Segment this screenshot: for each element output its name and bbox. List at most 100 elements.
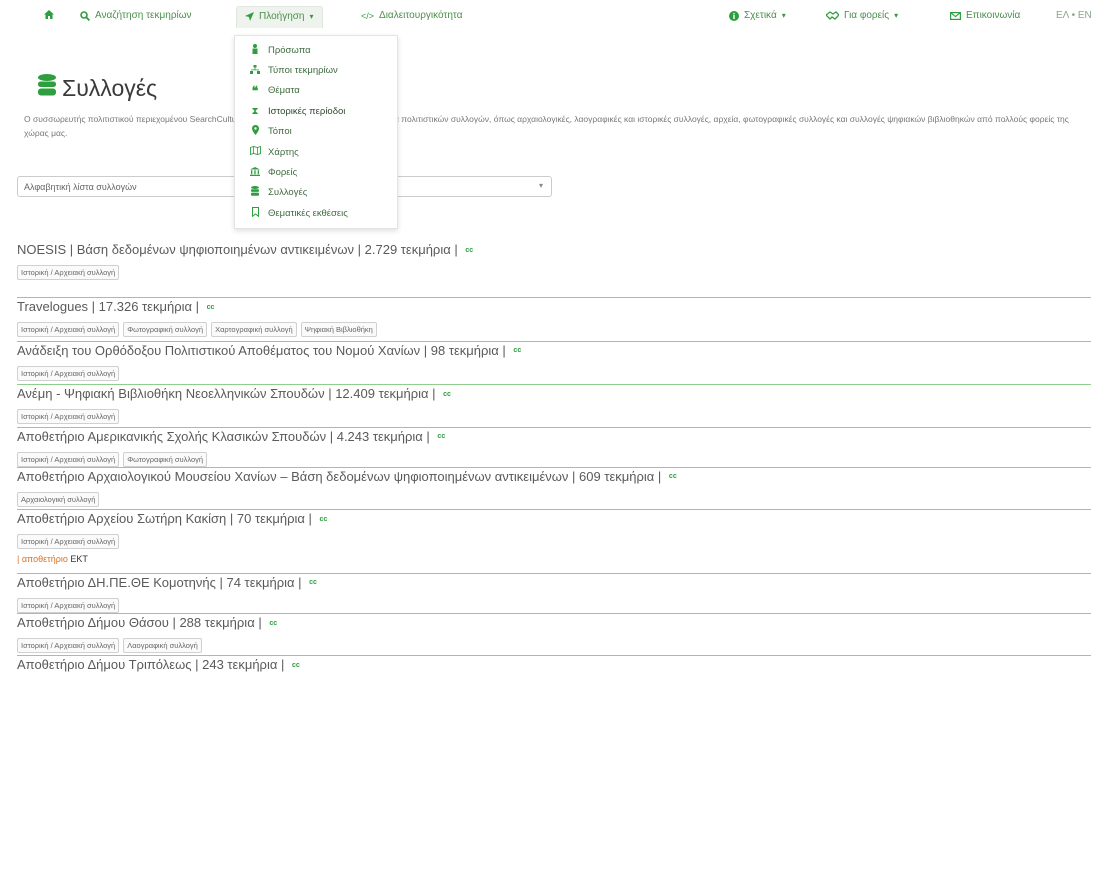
cc-license-icon[interactable]: cc xyxy=(513,347,521,354)
menu-item-label: Ιστορικές περίοδοι xyxy=(268,105,346,117)
collection-type-tag[interactable]: Φωτογραφική συλλογή xyxy=(123,322,208,337)
menu-item-persons[interactable]: Πρόσωπα xyxy=(235,40,397,60)
separator: | xyxy=(498,342,510,358)
collection-row: Αποθετήριο Δήμου Θάσου | 288 τεκμήρια | … xyxy=(17,614,1091,657)
menu-item-collections[interactable]: Συλλογές xyxy=(235,183,397,203)
separator: | xyxy=(226,511,237,527)
nav-search-label: Αναζήτηση τεκμηρίων xyxy=(95,10,192,21)
map-marker-icon xyxy=(250,125,260,138)
cc-license-icon[interactable]: cc xyxy=(443,391,451,398)
collection-tags: Ιστορική / Αρχειακή συλλογή Φωτογραφική σ… xyxy=(17,451,1091,467)
collection-type-tag[interactable]: Ιστορική / Αρχειακή συλλογή xyxy=(17,322,120,337)
collection-count: 243 τεκμήρια xyxy=(202,657,278,673)
cc-license-icon[interactable]: cc xyxy=(269,620,277,627)
menu-item-thematic-exhibitions[interactable]: Θεματικές εκθέσεις xyxy=(235,203,397,223)
database-icon xyxy=(250,186,260,199)
collection-row: NOESIS | Βάση δεδομένων ψηφιοποιημένων α… xyxy=(17,241,1091,298)
collection-type-tag[interactable]: Ιστορική / Αρχειακή συλλογή xyxy=(17,534,120,550)
collection-name-link[interactable]: Travelogues xyxy=(17,299,88,314)
collection-tags: Ιστορική / Αρχειακή συλλογή xyxy=(17,265,1091,280)
browse-dropdown-menu: Πρόσωπα Τύποι τεκμηρίων ❝ Θέματα ⧗ Ιστορ… xyxy=(234,35,398,229)
nav-search[interactable]: Αναζήτηση τεκμηρίων xyxy=(80,10,192,21)
collection-title: NOESIS | Βάση δεδομένων ψηφιοποιημένων α… xyxy=(17,241,1091,259)
caret-down-icon: ▾ xyxy=(781,11,786,20)
menu-item-subjects[interactable]: ❝ Θέματα xyxy=(235,81,397,101)
cc-license-icon[interactable]: cc xyxy=(669,473,677,480)
collection-type-tag[interactable]: Ιστορική / Αρχειακή συλλογή xyxy=(17,597,120,613)
separator: | xyxy=(88,299,99,314)
collection-type-tag[interactable]: Αρχαιολογική συλλογή xyxy=(17,491,100,507)
collection-type-tag[interactable]: Ιστορική / Αρχειακή συλλογή xyxy=(17,451,120,467)
collection-type-tag[interactable]: Φωτογραφική συλλογή xyxy=(123,451,208,467)
collection-row: Αποθετήριο Δήμου Τριπόλεως | 243 τεκμήρι… xyxy=(17,656,1091,698)
collection-name-link[interactable]: Ανάδειξη του Ορθόδοξου Πολιτιστικού Αποθ… xyxy=(17,343,420,358)
nav-providers[interactable]: Για φορείς ▾ xyxy=(826,10,898,21)
collection-count: 2.729 τεκμήρια xyxy=(364,242,451,257)
separator: | xyxy=(254,614,266,630)
code-icon: </> xyxy=(361,10,375,21)
collection-tags: Ιστορική / Αρχειακή συλλογή Λαογραφική συ… xyxy=(17,637,1091,653)
collection-row: Αποθετήριο Αρχείου Σωτήρη Κακίση | 70 τε… xyxy=(17,510,1091,574)
cc-license-icon[interactable]: cc xyxy=(437,433,445,440)
collection-tags: Ιστορική / Αρχειακή συλλογή xyxy=(17,409,1091,425)
separator: | xyxy=(277,657,288,673)
collection-type-tag[interactable]: Χαρτογραφική συλλογή xyxy=(211,322,297,337)
collection-title: Αποθετήριο Αρχείου Σωτήρη Κακίση | 70 τε… xyxy=(17,510,1091,528)
nav-about[interactable]: Σχετικά ▾ xyxy=(729,10,786,21)
collection-row: Ανέμη - Ψηφιακή Βιβλιοθήκη Νεοελληνικών … xyxy=(17,385,1091,428)
collection-name-link[interactable]: Αποθετήριο Αρχείου Σωτήρη Κακίση xyxy=(17,511,226,526)
menu-item-places[interactable]: Τόποι xyxy=(235,122,397,142)
nav-browse[interactable]: Πλοήγηση ▾ xyxy=(236,6,323,28)
collection-tags: Ιστορική / Αρχειακή συλλογή Φωτογραφική σ… xyxy=(17,322,1091,337)
location-arrow-icon xyxy=(245,12,254,21)
separator: | xyxy=(215,574,227,590)
menu-item-doc-types[interactable]: Τύποι τεκμηρίων xyxy=(235,60,397,80)
menu-item-label: Τόποι xyxy=(268,126,292,138)
repository-name-link[interactable]: ΕΚΤ xyxy=(70,554,88,564)
menu-item-historical-periods[interactable]: ⧗ Ιστορικές περίοδοι xyxy=(235,101,397,121)
collection-count: 609 τεκμήρια xyxy=(579,468,655,484)
home-link[interactable] xyxy=(44,10,54,19)
select-value: Αλφαβητική λίστα συλλογών xyxy=(24,181,137,192)
person-icon xyxy=(250,43,260,57)
collection-type-tag[interactable]: Ψηφιακή Βιβλιοθήκη xyxy=(300,322,377,337)
menu-item-label: Θεματικές εκθέσεις xyxy=(268,207,348,219)
collection-name-link[interactable]: Αποθετήριο ΔΗ.ΠΕ.ΘΕ Κομοτηνής xyxy=(17,575,216,590)
page-title: Συλλογές xyxy=(38,74,157,102)
cc-license-icon[interactable]: cc xyxy=(207,304,215,311)
map-icon xyxy=(250,146,261,158)
caret-down-icon: ▾ xyxy=(309,12,314,21)
collection-name-link[interactable]: Αποθετήριο Αρχαιολογικού Μουσείου Χανίων… xyxy=(17,469,568,484)
cc-license-icon[interactable]: cc xyxy=(465,247,473,254)
collection-name-link[interactable]: Ανέμη - Ψηφιακή Βιβλιοθήκη Νεοελληνικών … xyxy=(17,386,325,401)
menu-item-label: Συλλογές xyxy=(268,187,308,199)
cc-license-icon[interactable]: cc xyxy=(320,516,328,523)
collection-name-link[interactable]: Αποθετήριο Δήμου Θάσου xyxy=(17,615,169,630)
cc-license-icon[interactable]: cc xyxy=(292,662,300,669)
language-switcher[interactable]: ΕΛ • EN xyxy=(1056,10,1092,21)
collection-row: Ανάδειξη του Ορθόδοξου Πολιτιστικού Αποθ… xyxy=(17,342,1091,386)
nav-contact[interactable]: Επικοινωνία xyxy=(950,10,1020,21)
collection-name-link[interactable]: Αποθετήριο Δήμου Τριπόλεως xyxy=(17,657,192,672)
collection-tags: Αρχαιολογική συλλογή xyxy=(17,491,1091,507)
menu-item-map[interactable]: Χάρτης xyxy=(235,142,397,162)
menu-item-providers[interactable]: Φορείς xyxy=(235,162,397,182)
collection-row: Αποθετήριο Αμερικανικής Σχολής Κλασικών … xyxy=(17,428,1091,468)
handshake-icon xyxy=(826,11,839,20)
separator: | xyxy=(420,342,431,358)
nav-interop[interactable]: </> Διαλειτουργικότητα xyxy=(361,10,463,21)
nav-browse-label: Πλοήγηση xyxy=(259,11,305,22)
collection-title: Αποθετήριο ΔΗ.ΠΕ.ΘΕ Κομοτηνής | 74 τεκμή… xyxy=(17,574,1091,592)
collection-type-tag[interactable]: Ιστορική / Αρχειακή συλλογή xyxy=(17,365,120,381)
collection-type-tag[interactable]: Ιστορική / Αρχειακή συλλογή xyxy=(17,265,120,280)
collection-name-link[interactable]: Αποθετήριο Αμερικανικής Σχολής Κλασικών … xyxy=(17,429,326,444)
collection-type-tag[interactable]: Ιστορική / Αρχειακή συλλογή xyxy=(17,637,120,653)
collection-type-tag[interactable]: Ιστορική / Αρχειακή συλλογή xyxy=(17,409,120,425)
cc-license-icon[interactable]: cc xyxy=(309,579,317,586)
separator: | xyxy=(168,614,180,630)
collection-name-link[interactable]: NOESIS | Βάση δεδομένων ψηφιοποιημένων α… xyxy=(17,242,354,257)
collection-tags: Ιστορική / Αρχειακή συλλογή xyxy=(17,597,1091,613)
top-navbar: Αναζήτηση τεκμηρίων Πλοήγηση ▾ </> Διαλε… xyxy=(0,0,1103,36)
collection-type-tag[interactable]: Λαογραφική συλλογή xyxy=(123,637,202,653)
menu-item-label: Τύποι τεκμηρίων xyxy=(268,65,338,77)
